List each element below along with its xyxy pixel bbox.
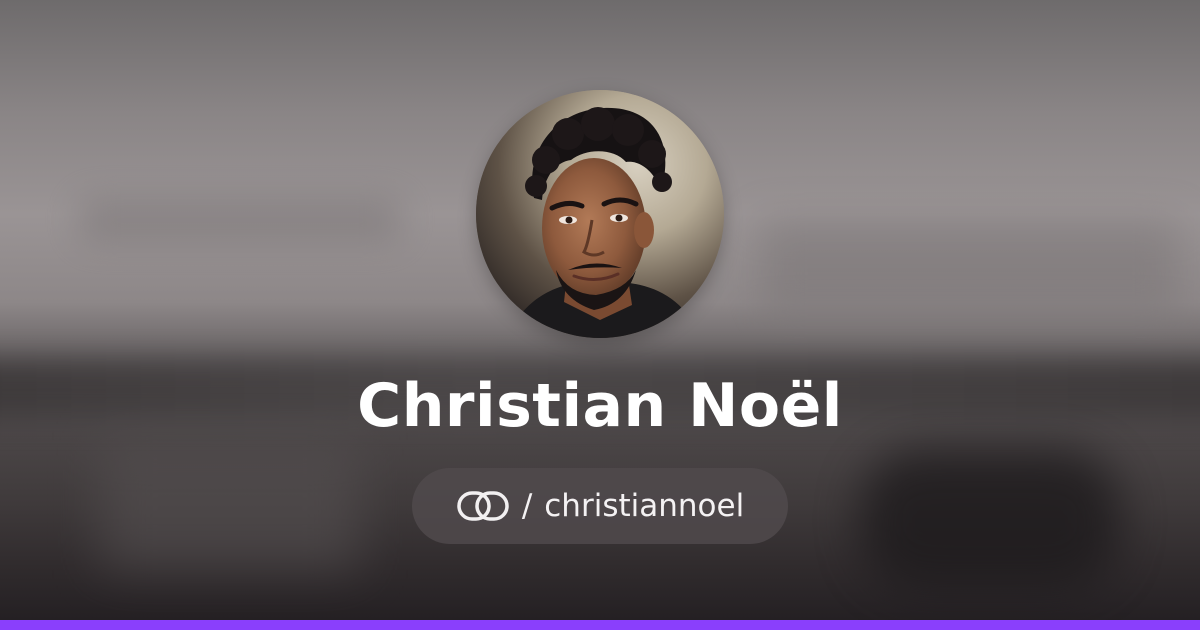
background-blur	[760, 220, 1180, 320]
profile-handle-link[interactable]: / christiannoel	[412, 468, 788, 544]
accent-bar	[0, 620, 1200, 630]
handle-separator: /	[521, 488, 533, 524]
handle-text: christiannoel	[544, 488, 745, 524]
linked-rings-logo-icon	[456, 490, 510, 522]
avatar-photo	[476, 90, 724, 338]
profile-name: Christian Noël	[357, 371, 843, 441]
avatar[interactable]	[476, 90, 724, 338]
profile-card: Christian Noël / christiannoel	[0, 0, 1200, 630]
background-blur	[860, 450, 1120, 590]
background-blur	[80, 200, 400, 240]
background-blur	[100, 440, 360, 570]
